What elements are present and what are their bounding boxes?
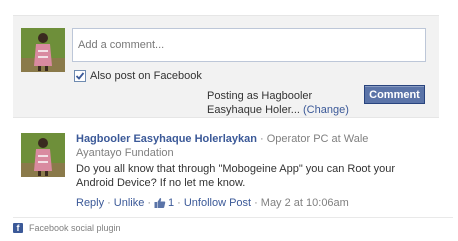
also-post-label: Also post on Facebook	[90, 70, 202, 82]
also-post-option[interactable]: Also post on Facebook	[74, 69, 202, 83]
posting-as-text: Posting as Hagbooler Easyhaque Holer... …	[207, 89, 357, 117]
comment-actions: Reply · Unlike · 1 · Unfollow Post · May…	[76, 196, 416, 210]
comment-button[interactable]: Comment	[364, 85, 425, 104]
separator: ·	[177, 197, 181, 209]
facebook-icon: f	[13, 223, 23, 233]
footer: f Facebook social plugin	[13, 217, 453, 233]
separator: ·	[107, 197, 111, 209]
social-plugin-label[interactable]: Facebook social plugin	[29, 223, 121, 233]
posting-as-name: Posting as Hagbooler Easyhaque Holer...	[207, 90, 313, 116]
like-count[interactable]: 1	[168, 196, 174, 210]
checkbox-check-icon	[75, 72, 85, 80]
comment-timestamp[interactable]: May 2 at 10:06am	[261, 196, 349, 210]
also-post-checkbox[interactable]	[74, 70, 86, 82]
change-link[interactable]: (Change)	[303, 104, 349, 116]
thumbs-up-icon[interactable]	[154, 197, 166, 209]
avatar-photo	[21, 28, 65, 72]
unlike-link[interactable]: Unlike	[114, 196, 145, 210]
comment-author-avatar[interactable]	[21, 133, 65, 177]
comment-author-name[interactable]: Hagbooler Easyhaque Holerlaykan	[76, 133, 257, 145]
separator: ·	[254, 197, 258, 209]
avatar[interactable]	[21, 28, 65, 72]
compose-panel: Also post on Facebook Posting as Hagbool…	[13, 15, 439, 118]
comment-body: Hagbooler Easyhaque Holerlaykan · Operat…	[76, 132, 416, 210]
comment-input[interactable]	[72, 28, 426, 62]
unfollow-post-link[interactable]: Unfollow Post	[184, 196, 251, 210]
comment-text: Do you all know that through "Mobogeine …	[76, 163, 396, 189]
comment-header: Hagbooler Easyhaque Holerlaykan · Operat…	[76, 132, 416, 160]
comment-item: Hagbooler Easyhaque Holerlaykan · Operat…	[13, 128, 439, 212]
avatar-photo	[21, 133, 65, 177]
separator: ·	[147, 197, 152, 209]
reply-link[interactable]: Reply	[76, 196, 104, 210]
